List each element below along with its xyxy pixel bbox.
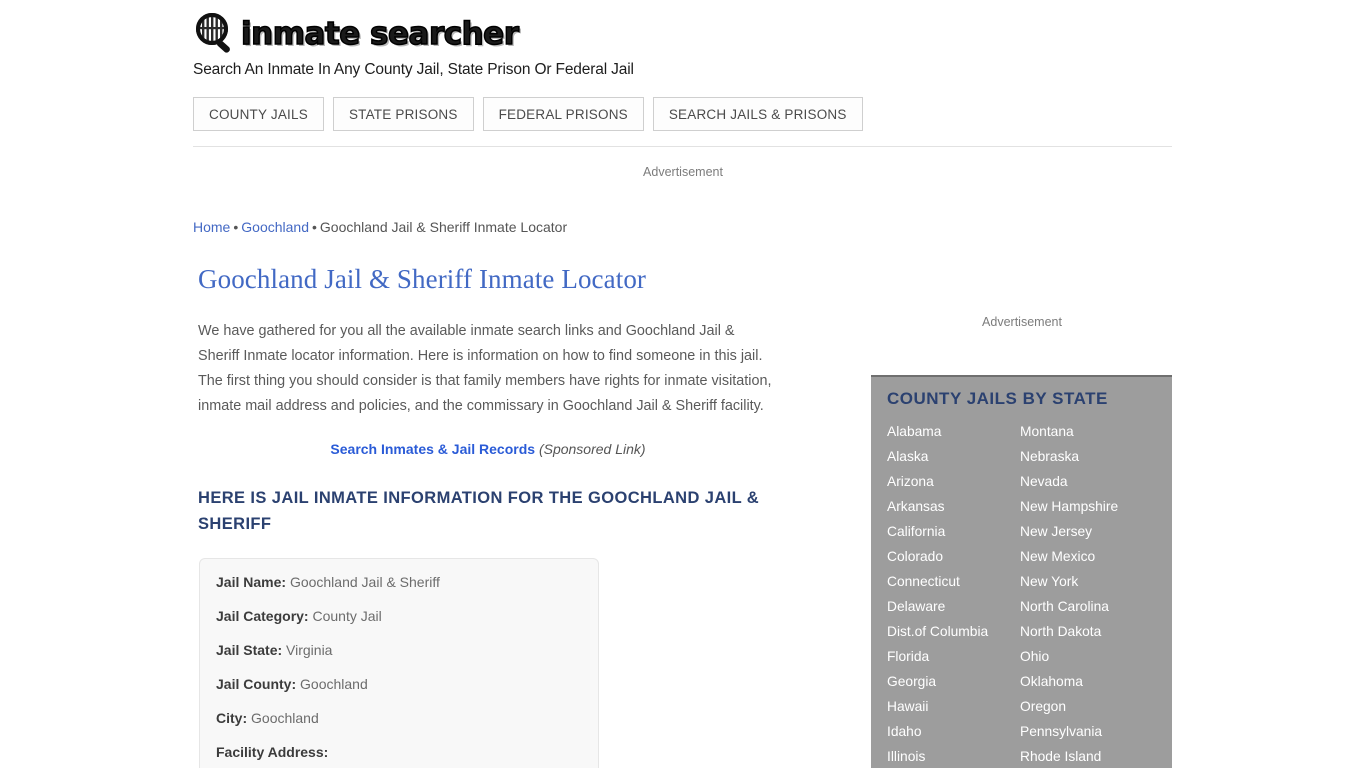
sidebar-state-dist-of-columbia[interactable]: Dist.of Columbia bbox=[887, 619, 1020, 644]
info-value-jail-name: Goochland Jail & Sheriff bbox=[289, 574, 440, 590]
site-logo[interactable]: inmate searcher bbox=[193, 10, 1173, 58]
info-label-jail-county: Jail County: bbox=[216, 676, 297, 692]
intro-paragraph: We have gathered for you all the availab… bbox=[198, 323, 772, 415]
sidebar-title: COUNTY JAILS BY STATE bbox=[887, 389, 1108, 408]
sidebar-state-north-dakota[interactable]: North Dakota bbox=[1020, 619, 1156, 644]
info-value-jail-state: Virginia bbox=[286, 642, 333, 658]
info-label-city: City: bbox=[216, 710, 248, 726]
state-column-left: Alabama Alaska Arizona Arkansas Californ… bbox=[887, 419, 1020, 768]
info-value-city: Goochland bbox=[251, 710, 319, 726]
nav-federal-prisons[interactable]: FEDERAL PRISONS bbox=[482, 97, 644, 131]
sidebar-state-montana[interactable]: Montana bbox=[1020, 419, 1156, 444]
info-label-facility-address: Facility Address: bbox=[216, 744, 329, 760]
info-row-city: City: Goochland bbox=[216, 709, 582, 728]
sidebar-state-georgia[interactable]: Georgia bbox=[887, 669, 1020, 694]
breadcrumb-current: Goochland Jail & Sheriff Inmate Locator bbox=[319, 219, 568, 235]
info-label-jail-name: Jail Name: bbox=[216, 574, 287, 590]
sponsored-link-row: Search Inmates & Jail Records (Sponsored… bbox=[198, 441, 778, 457]
search-inmates-records-link[interactable]: Search Inmates & Jail Records bbox=[330, 441, 535, 457]
info-label-jail-category: Jail Category: bbox=[216, 608, 309, 624]
nav-search-jails-prisons[interactable]: SEARCH JAILS & PRISONS bbox=[652, 97, 863, 131]
site-header: inmate searcher Search An Inmate In Any … bbox=[193, 10, 1173, 79]
advertisement-label-sidebar: Advertisement bbox=[982, 315, 1062, 329]
info-row-jail-category: Jail Category: County Jail bbox=[216, 607, 582, 626]
state-links-grid: Alabama Alaska Arizona Arkansas Californ… bbox=[887, 419, 1156, 768]
info-row-jail-state: Jail State: Virginia bbox=[216, 641, 582, 660]
jail-info-card: Jail Name: Goochland Jail & Sheriff Jail… bbox=[199, 558, 599, 768]
header-divider bbox=[193, 146, 1172, 147]
sidebar-state-north-carolina[interactable]: North Carolina bbox=[1020, 594, 1156, 619]
main-navigation: COUNTY JAILS STATE PRISONS FEDERAL PRISO… bbox=[193, 97, 863, 131]
sidebar-state-new-jersey[interactable]: New Jersey bbox=[1020, 519, 1156, 544]
info-label-jail-state: Jail State: bbox=[216, 642, 283, 658]
sidebar-state-rhode-island[interactable]: Rhode Island bbox=[1020, 744, 1156, 768]
sidebar-state-illinois[interactable]: Illinois bbox=[887, 744, 1020, 768]
sidebar-state-oregon[interactable]: Oregon bbox=[1020, 694, 1156, 719]
info-row-jail-county: Jail County: Goochland bbox=[216, 675, 582, 694]
info-row-jail-name: Jail Name: Goochland Jail & Sheriff bbox=[216, 573, 582, 592]
page-title: Goochland Jail & Sheriff Inmate Locator bbox=[198, 264, 647, 294]
sidebar-state-alaska[interactable]: Alaska bbox=[887, 444, 1020, 469]
sidebar-state-idaho[interactable]: Idaho bbox=[887, 719, 1020, 744]
sidebar-state-new-york[interactable]: New York bbox=[1020, 569, 1156, 594]
advertisement-label-top: Advertisement bbox=[643, 165, 723, 179]
sidebar-state-ohio[interactable]: Ohio bbox=[1020, 644, 1156, 669]
sidebar-state-nevada[interactable]: Nevada bbox=[1020, 469, 1156, 494]
page-root: inmate searcher Search An Inmate In Any … bbox=[0, 0, 1366, 768]
site-logo-text: inmate searcher bbox=[240, 15, 519, 52]
nav-state-prisons[interactable]: STATE PRISONS bbox=[332, 97, 474, 131]
sidebar-state-hawaii[interactable]: Hawaii bbox=[887, 694, 1020, 719]
breadcrumb: Home • Goochland • Goochland Jail & Sheriff … bbox=[193, 219, 567, 235]
sidebar-state-alabama[interactable]: Alabama bbox=[887, 419, 1020, 444]
breadcrumb-county-link[interactable]: Goochland bbox=[241, 219, 309, 235]
breadcrumb-separator-2: • bbox=[311, 219, 317, 235]
magnifier-prison-bars-icon bbox=[193, 12, 237, 56]
breadcrumb-separator-1: • bbox=[233, 219, 239, 235]
sidebar-state-new-mexico[interactable]: New Mexico bbox=[1020, 544, 1156, 569]
section-heading: HERE IS JAIL INMATE INFORMATION FOR THE … bbox=[198, 489, 760, 534]
sidebar-state-colorado[interactable]: Colorado bbox=[887, 544, 1020, 569]
info-value-jail-county: Goochland bbox=[300, 676, 368, 692]
sidebar-state-arkansas[interactable]: Arkansas bbox=[887, 494, 1020, 519]
sidebar-state-nebraska[interactable]: Nebraska bbox=[1020, 444, 1156, 469]
main-content: Goochland Jail & Sheriff Inmate Locator … bbox=[198, 262, 798, 537]
sidebar-state-florida[interactable]: Florida bbox=[887, 644, 1020, 669]
site-tagline: Search An Inmate In Any County Jail, Sta… bbox=[193, 61, 634, 78]
sidebar-state-arizona[interactable]: Arizona bbox=[887, 469, 1020, 494]
nav-county-jails[interactable]: COUNTY JAILS bbox=[193, 97, 324, 131]
info-row-facility-address: Facility Address: bbox=[216, 743, 582, 762]
county-jails-by-state-panel: COUNTY JAILS BY STATE Alabama Alaska Ari… bbox=[871, 375, 1172, 768]
breadcrumb-home-link[interactable]: Home bbox=[193, 219, 230, 235]
sidebar-state-new-hampshire[interactable]: New Hampshire bbox=[1020, 494, 1156, 519]
info-value-jail-category: County Jail bbox=[312, 608, 382, 624]
sponsored-note: (Sponsored Link) bbox=[538, 441, 646, 458]
sidebar-state-oklahoma[interactable]: Oklahoma bbox=[1020, 669, 1156, 694]
sidebar-state-delaware[interactable]: Delaware bbox=[887, 594, 1020, 619]
sidebar-state-pennsylvania[interactable]: Pennsylvania bbox=[1020, 719, 1156, 744]
sidebar-state-connecticut[interactable]: Connecticut bbox=[887, 569, 1020, 594]
state-column-right: Montana Nebraska Nevada New Hampshire Ne… bbox=[1020, 419, 1156, 768]
sidebar-state-california[interactable]: California bbox=[887, 519, 1020, 544]
